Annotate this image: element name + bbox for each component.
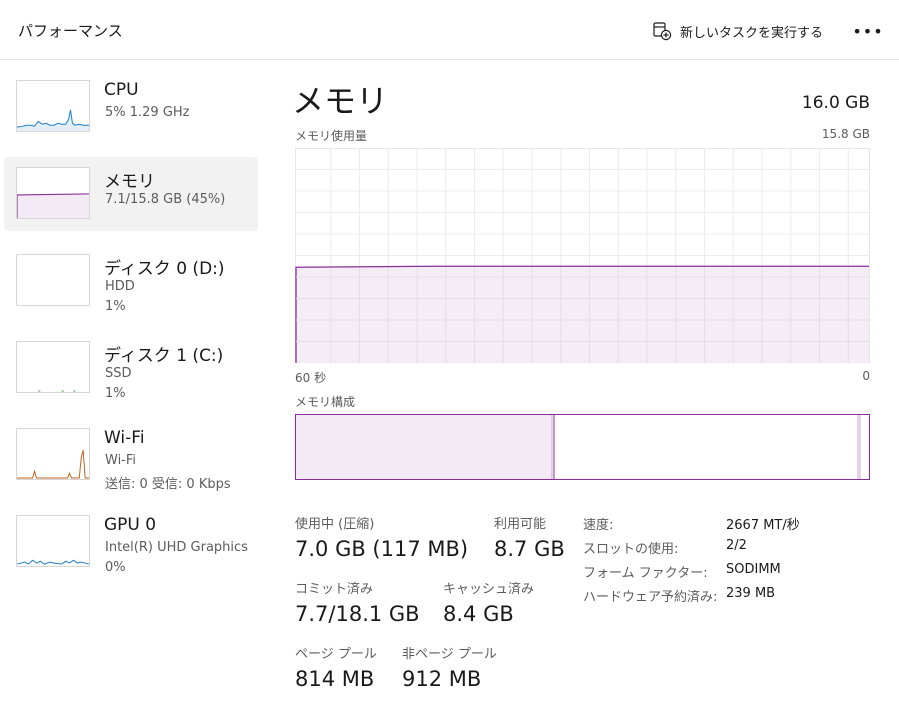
available-label: 利用可能 (494, 517, 547, 532)
spec-hw-reserved-value: 239 MB (726, 586, 776, 601)
spec-form-factor-value: SODIMM (726, 562, 781, 577)
spec-hw-reserved-key: ハードウェア予約済み: (583, 590, 718, 605)
page-title: パフォーマンス (18, 22, 123, 40)
time-axis-end: 0 (862, 369, 870, 383)
sidebar-item-gpu-0[interactable]: GPU 0 Intel(R) UHD Graphics 0% (4, 505, 258, 579)
spec-speed-key: 速度: (583, 518, 614, 533)
sidebar-item-name: ディスク 0 (D:) (104, 259, 225, 279)
spec-slots-value: 2/2 (726, 538, 747, 553)
total-capacity: 16.0 GB (801, 93, 870, 113)
disk1-mini-graph (16, 341, 90, 393)
memory-composition-bar (295, 414, 870, 480)
cached-label: キャッシュ済み (443, 582, 535, 597)
run-new-task-button[interactable]: 新しいタスクを実行する (652, 20, 823, 42)
disk0-mini-graph (16, 254, 90, 306)
more-icon: ••• (852, 21, 884, 41)
new-task-icon (652, 21, 672, 41)
usage-graph-label: メモリ使用量 (295, 129, 368, 143)
usage-area (296, 266, 869, 363)
sidebar-item-type: HDD (105, 279, 135, 294)
spec-form-factor-key: フォーム ファクター: (583, 566, 708, 581)
sidebar-item-detail: 1% (105, 386, 126, 401)
sidebar-item-name: Wi-Fi (104, 428, 145, 448)
wifi-mini-graph (16, 428, 90, 480)
sidebar-item-detail: 0% (105, 560, 126, 575)
sidebar-item-name: CPU (104, 80, 139, 100)
available-value: 8.7 GB (494, 537, 565, 561)
spec-speed-value: 2667 MT/秒 (726, 518, 800, 533)
sidebar-item-detail: 1% (105, 299, 126, 314)
sidebar-item-type: SSD (105, 366, 132, 381)
cpu-mini-graph (16, 80, 90, 132)
sidebar-item-type: Intel(R) UHD Graphics (105, 540, 248, 555)
sidebar-item-disk-0[interactable]: ディスク 0 (D:) HDD 1% (4, 244, 258, 318)
sidebar-item-name: メモリ (104, 172, 155, 192)
sidebar-item-type: Wi-Fi (105, 453, 137, 468)
sidebar-item-cpu[interactable]: CPU 5% 1.29 GHz (4, 70, 258, 144)
nonpaged-pool-value: 912 MB (402, 667, 482, 691)
resource-sidebar: CPU 5% 1.29 GHz メモリ 7.1/15.8 GB (45%) ディ… (0, 70, 260, 592)
sidebar-item-name: GPU 0 (104, 515, 157, 535)
sidebar-item-detail: 7.1/15.8 GB (45%) (105, 192, 226, 207)
run-new-task-label: 新しいタスクを実行する (680, 25, 824, 41)
memory-usage-graph (295, 148, 870, 363)
more-options-button[interactable]: ••• (852, 20, 882, 42)
cached-value: 8.4 GB (443, 602, 514, 626)
usage-graph-max: 15.8 GB (821, 127, 870, 141)
nonpaged-pool-label: 非ページ プール (402, 647, 497, 662)
memory-mini-graph (16, 167, 90, 219)
header-bar: パフォーマンス 新しいタスクを実行する ••• (0, 0, 899, 60)
in-use-label: 使用中 (圧縮) (295, 517, 375, 532)
committed-label: コミット済み (295, 582, 374, 597)
spec-slots-key: スロットの使用: (583, 542, 679, 557)
paged-pool-value: 814 MB (295, 667, 375, 691)
in-use-value: 7.0 GB (117 MB) (295, 537, 469, 561)
sidebar-item-detail: 5% 1.29 GHz (105, 105, 190, 120)
resource-title: メモリ (292, 82, 389, 120)
time-axis-start: 60 秒 (295, 371, 327, 385)
composition-label: メモリ構成 (295, 395, 356, 409)
sidebar-item-wifi[interactable]: Wi-Fi Wi-Fi 送信: 0 受信: 0 Kbps (4, 418, 258, 492)
sidebar-item-memory[interactable]: メモリ 7.1/15.8 GB (45%) (4, 157, 258, 231)
sidebar-item-name: ディスク 1 (C:) (104, 346, 224, 366)
sidebar-item-detail: 送信: 0 受信: 0 Kbps (105, 477, 231, 492)
gpu-mini-graph (16, 515, 90, 567)
paged-pool-label: ページ プール (295, 647, 377, 662)
sidebar-item-disk-1[interactable]: ディスク 1 (C:) SSD 1% (4, 331, 258, 405)
committed-value: 7.7/18.1 GB (295, 602, 420, 626)
